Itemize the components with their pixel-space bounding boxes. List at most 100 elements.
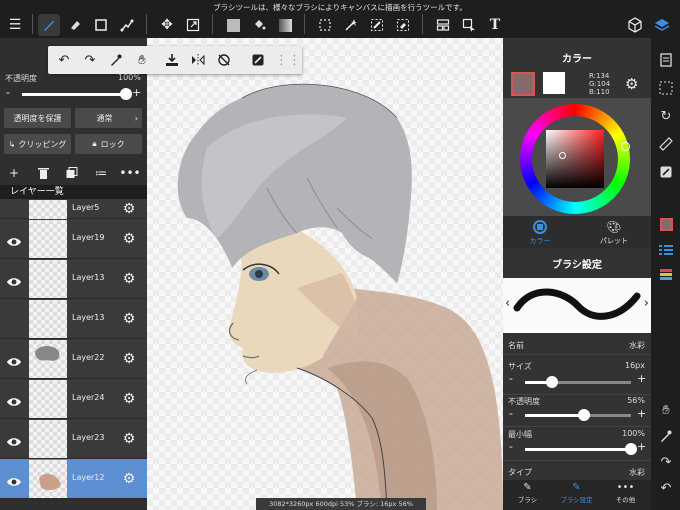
add-layer-icon[interactable]: + [5,164,23,182]
layer-row[interactable]: Layer12 ⚙ [0,459,147,499]
brush-name-value[interactable]: 水彩 [629,340,645,351]
layer-row[interactable]: Layer5 ⚙ [0,199,147,219]
layer-color-icon[interactable] [656,214,676,234]
eye-icon[interactable] [6,353,22,366]
bucket-icon[interactable] [248,14,270,36]
blend-mode-select[interactable]: 通常 › [75,108,142,128]
duplicate-layer-icon[interactable] [63,164,81,182]
layer-settings-gear-icon[interactable]: ⚙ [121,431,137,447]
size-plus-button[interactable]: + [637,372,646,385]
layer-row[interactable]: Layer13 ⚙ [0,259,147,299]
save-icon[interactable] [162,50,182,70]
tab-brush-settings[interactable]: ✎ ブラシ設定 [552,482,601,504]
min-width-plus-button[interactable]: + [637,440,646,453]
select-eraser-icon[interactable] [392,14,414,36]
layer-row[interactable]: Layer19 ⚙ [0,219,147,259]
brush-opacity-knob[interactable] [578,409,590,421]
protect-alpha-button[interactable]: 透明度を保護 [4,108,71,128]
layer-settings-gear-icon[interactable]: ⚙ [121,311,137,327]
rotate-reset-icon[interactable] [214,50,234,70]
more-icon[interactable]: ••• [119,164,140,182]
flip-icon[interactable] [188,50,208,70]
menu-icon[interactable]: ☰ [4,14,26,36]
opacity-plus-button[interactable]: + [132,86,141,99]
brush-opacity-plus-button[interactable]: + [637,407,646,420]
materials-icon[interactable] [624,14,646,36]
filter-side-icon[interactable] [656,162,676,182]
eye-icon[interactable] [6,233,22,246]
layer-settings-gear-icon[interactable]: ⚙ [121,351,137,367]
layer-row[interactable]: Layer24 ⚙ [0,379,147,419]
layers-icon[interactable] [651,14,673,36]
brush-next-icon[interactable]: › [644,296,649,311]
hand-icon[interactable]: ✋︎ [132,50,152,70]
layer-settings-gear-icon[interactable]: ⚙ [121,471,137,487]
lock-button[interactable]: 🔒︎ ロック [75,134,142,154]
transform-icon[interactable] [116,14,138,36]
eyedropper-icon[interactable] [106,50,126,70]
palette-side-icon[interactable] [656,266,676,286]
redo-icon[interactable]: ↷ [80,50,100,70]
rect-shape-icon[interactable] [90,14,112,36]
clipping-button[interactable]: ↳ クリッピング [4,134,71,154]
drawing-canvas[interactable] [147,38,503,510]
filter-icon[interactable] [248,50,268,70]
layer-settings-gear-icon[interactable]: ⚙ [121,271,137,287]
brush-icon[interactable] [38,14,60,36]
undo-side-icon[interactable]: ↶ [656,478,676,498]
brush-opacity-minus-button[interactable]: - [509,407,513,420]
eraser-icon[interactable] [64,14,86,36]
brush-type-value[interactable]: 水彩 [629,467,645,478]
layer-opacity-knob[interactable] [120,88,132,100]
tab-brush[interactable]: ✎ ブラシ [503,482,552,504]
hue-picker-marker[interactable] [621,142,630,151]
min-width-minus-button[interactable]: - [509,440,513,453]
document-icon[interactable] [656,50,676,70]
magic-wand-icon[interactable] [340,14,362,36]
opacity-minus-button[interactable]: - [6,86,10,99]
layer-list-icon[interactable]: ≔ [92,164,110,182]
redo-side-icon[interactable]: ↷ [656,452,676,472]
select-pen-icon[interactable] [366,14,388,36]
reference-icon[interactable] [432,14,454,36]
foreground-color-swatch[interactable] [511,72,535,96]
delete-layer-icon[interactable] [34,164,52,182]
layer-thumbnail [29,460,67,498]
resize-icon[interactable] [182,14,204,36]
sv-picker-marker[interactable] [559,152,566,159]
fill-color-icon[interactable] [222,14,244,36]
min-width-knob[interactable] [625,443,637,455]
undo-icon[interactable]: ↶ [54,50,74,70]
gradient-icon[interactable] [274,14,296,36]
layer-row[interactable]: Layer22 ⚙ [0,339,147,379]
tab-color[interactable]: カラー [503,220,577,246]
brush-prev-icon[interactable]: ‹ [505,296,510,311]
saturation-value-square[interactable] [546,130,604,188]
layer-row[interactable]: Layer13 ⚙ [0,299,147,339]
tab-other[interactable]: ••• その他 [601,482,650,504]
layer-settings-gear-icon[interactable]: ⚙ [121,391,137,407]
text-icon[interactable]: T [484,14,506,36]
hand-side-icon[interactable]: ✋︎ [656,400,676,420]
rotate-canvas-icon[interactable]: ↻ [656,106,676,126]
grip-icon[interactable]: ⋮⋮ [275,50,301,70]
eye-icon[interactable] [6,273,22,286]
layer-settings-gear-icon[interactable]: ⚙ [121,231,137,247]
layer-list-side-icon[interactable] [656,240,676,260]
eye-icon[interactable] [6,473,22,486]
size-minus-button[interactable]: - [509,372,513,385]
eye-icon[interactable] [6,393,22,406]
eye-icon[interactable] [6,433,22,446]
select-layer-icon[interactable] [458,14,480,36]
layer-row[interactable]: Layer23 ⚙ [0,419,147,459]
layer-settings-gear-icon[interactable]: ⚙ [121,201,137,217]
tab-palette[interactable]: 🎨︎ パレット [577,220,651,246]
background-color-swatch[interactable] [543,72,565,94]
ruler-icon[interactable] [656,134,676,154]
color-settings-gear-icon[interactable]: ⚙ [625,75,638,93]
eyedropper-side-icon[interactable] [656,426,676,446]
selection-icon[interactable] [656,78,676,98]
select-rect-icon[interactable] [314,14,336,36]
move-icon[interactable]: ✥ [156,14,178,36]
brush-size-knob[interactable] [546,376,558,388]
